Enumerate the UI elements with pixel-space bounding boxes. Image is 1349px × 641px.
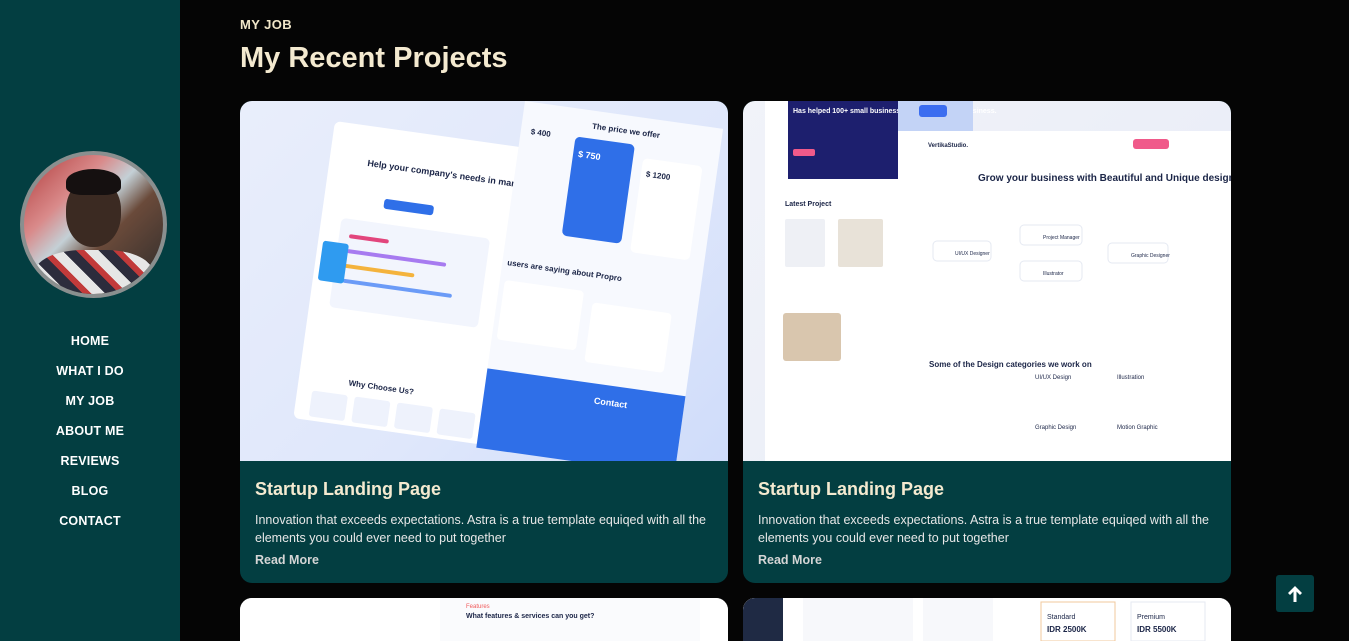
project-card-body: Startup Landing Page Innovation that exc… xyxy=(255,479,720,568)
section-title: My Recent Projects xyxy=(240,42,508,74)
main-nav: HOME WHAT I DO MY JOB ABOUT ME REVIEWS B… xyxy=(0,330,180,540)
read-more-link[interactable]: Read More xyxy=(758,553,822,567)
project-thumbnail: Has helped 100+ small businesses in asia… xyxy=(743,101,1231,461)
thumb-heading: What features & services can you get? xyxy=(466,613,594,620)
nav-link-blog[interactable]: BLOG xyxy=(72,483,109,498)
project-description: Innovation that exceeds expectations. As… xyxy=(758,513,1209,545)
thumb-brand-text: VertikaStudio. xyxy=(928,143,968,149)
nav-link-about-me[interactable]: ABOUT ME xyxy=(56,423,124,438)
nav-item-home: HOME xyxy=(0,330,180,360)
project-card[interactable]: Standard IDR 2500K Premium IDR 5500K xyxy=(743,598,1231,641)
thumb-cat-4: Motion Graphic xyxy=(1117,425,1158,431)
arrow-up-icon xyxy=(1288,585,1302,602)
thumb-badge-3: Graphic Designer xyxy=(1131,253,1170,259)
avatar-shirt xyxy=(34,250,154,294)
section-eyebrow: MY JOB xyxy=(240,17,293,32)
project-card[interactable]: Help your company's needs in managing pr… xyxy=(240,101,728,583)
thumb-badge-2: Project Manager xyxy=(1043,235,1080,241)
read-more-link[interactable]: Read More xyxy=(255,553,319,567)
nav-link-reviews[interactable]: REVIEWS xyxy=(60,453,119,468)
project-card-body: Startup Landing Page Innovation that exc… xyxy=(758,479,1223,568)
thumb-price-1: IDR 2500K xyxy=(1047,625,1087,634)
project-title: Startup Landing Page xyxy=(758,479,945,499)
thumb-plan-1: Standard xyxy=(1047,614,1076,621)
thumb-badge-1: UI/UX Designer xyxy=(955,251,990,257)
project-title: Startup Landing Page xyxy=(255,479,442,499)
nav-item-what-i-do: WHAT I DO xyxy=(0,360,180,390)
nav-link-my-job[interactable]: MY JOB xyxy=(66,393,115,408)
nav-item-my-job: MY JOB xyxy=(0,390,180,420)
project-thumbnail: Help your company's needs in managing pr… xyxy=(240,101,728,461)
project-description: Innovation that exceeds expectations. As… xyxy=(255,513,706,545)
project-thumbnail-art: Has helped 100+ small businesses in asia… xyxy=(765,101,1231,461)
thumb-latest-text: Latest Project xyxy=(785,201,832,208)
nav-item-about-me: ABOUT ME xyxy=(0,420,180,450)
thumb-cat-1: UI/UX Design xyxy=(1035,375,1071,381)
nav-link-contact[interactable]: CONTACT xyxy=(59,513,121,528)
nav-item-blog: BLOG xyxy=(0,480,180,510)
avatar-hair xyxy=(66,169,121,195)
nav-item-reviews: REVIEWS xyxy=(0,450,180,480)
project-thumbnail-art: Features What features & services can yo… xyxy=(240,598,728,641)
thumb-plan-2: Premium xyxy=(1137,614,1165,621)
nav-item-contact: CONTACT xyxy=(0,510,180,540)
thumb-eyebrow: Features xyxy=(466,604,490,610)
thumb-hero-text: Grow your business with Beautiful and Un… xyxy=(978,173,1231,184)
project-thumbnail-art: Standard IDR 2500K Premium IDR 5500K xyxy=(743,598,1231,641)
thumb-cat-2: Illustration xyxy=(1117,375,1144,381)
thumb-cat-3: Graphic Design xyxy=(1035,425,1076,431)
thumb-categories-text: Some of the Design categories we work on xyxy=(929,360,1092,369)
avatar xyxy=(20,151,167,298)
thumb-price-2: IDR 5500K xyxy=(1137,625,1177,634)
scroll-to-top-button[interactable] xyxy=(1276,575,1314,612)
thumb-badge-4: Illustrator xyxy=(1043,271,1064,277)
project-card[interactable]: Has helped 100+ small businesses in asia… xyxy=(743,101,1231,583)
nav-link-what-i-do[interactable]: WHAT I DO xyxy=(56,363,124,378)
project-thumbnail-art: Help your company's needs in managing pr… xyxy=(294,101,724,461)
nav-link-home[interactable]: HOME xyxy=(71,333,109,348)
project-card[interactable]: Features What features & services can yo… xyxy=(240,598,728,641)
sidebar: HOME WHAT I DO MY JOB ABOUT ME REVIEWS B… xyxy=(0,0,180,641)
